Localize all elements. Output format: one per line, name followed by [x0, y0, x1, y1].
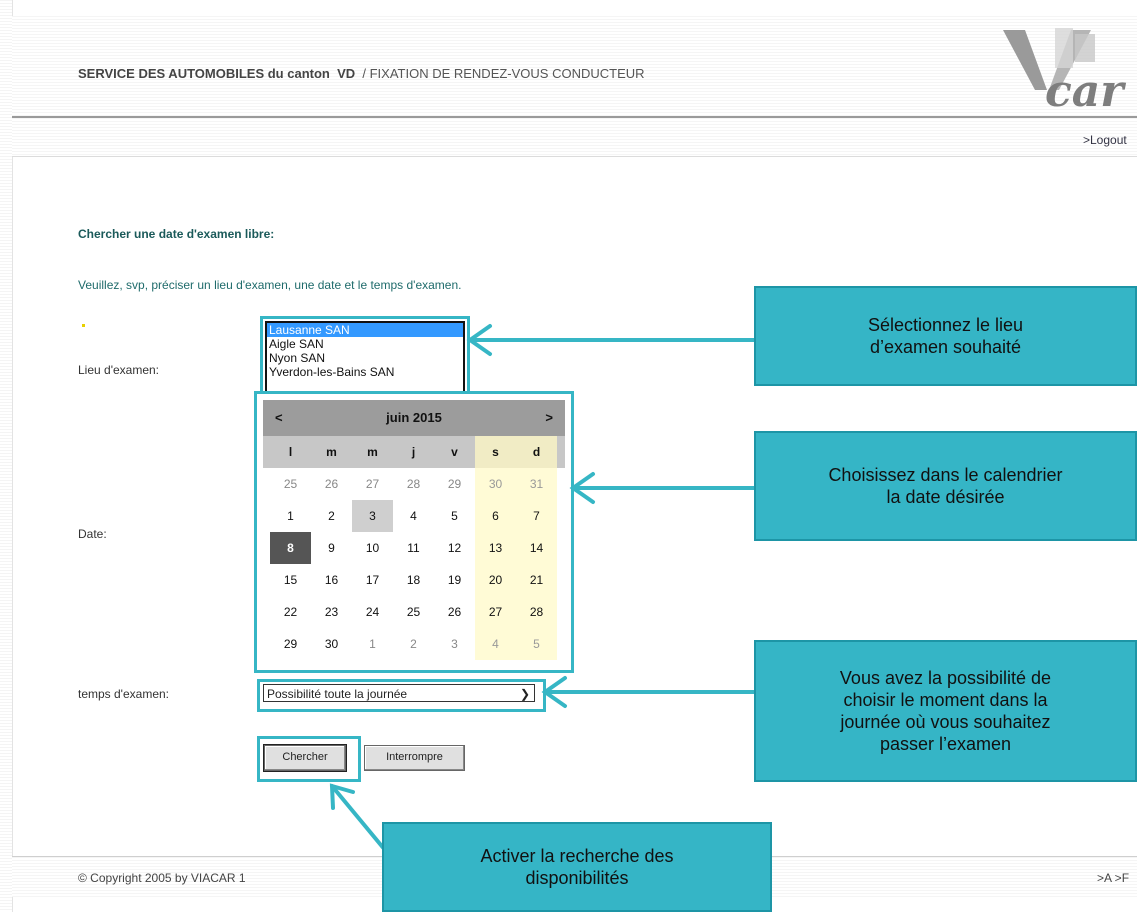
callout-lieu-text: Sélectionnez le lieu d’examen souhaité	[867, 315, 1024, 357]
date-calendar: juin 2015 < > lmmjvsd 25 26 27 28 29 30 31 1 2 3 4…	[263, 400, 565, 664]
callout-calendar-text: Choisissez dans le calendrier la date dé…	[828, 465, 1063, 507]
calendar-next-button[interactable]: >	[545, 400, 553, 436]
calendar-day[interactable]: 15	[270, 564, 311, 596]
time-select[interactable]: Possibilité toute la journée ❯	[263, 684, 535, 702]
time-select-value: Possibilité toute la journée	[267, 687, 408, 701]
instructions-text: Veuillez, svp, préciser un lieu d'examen…	[78, 278, 462, 292]
lieu-highlight: Lausanne SAN Aigle SAN Nyon SAN Yverdon-…	[260, 316, 470, 398]
calendar-day[interactable]: 3	[434, 628, 475, 660]
calendar-day[interactable]: 30	[311, 628, 352, 660]
calendar-day[interactable]: 26	[434, 596, 475, 628]
calendar-weekday: l	[288, 445, 293, 459]
callout-search: Activer la recherche des disponibilités	[382, 822, 772, 912]
calendar-day[interactable]: 10	[352, 532, 393, 564]
chevron-down-icon: ❯	[519, 687, 530, 701]
calendar-day[interactable]: 22	[270, 596, 311, 628]
callout-lieu: Sélectionnez le lieu d’examen souhaité	[754, 286, 1137, 386]
calendar-day[interactable]: 6	[475, 500, 516, 532]
search-heading: Chercher une date d'examen libre:	[78, 227, 275, 241]
calendar-day[interactable]: 27	[352, 468, 393, 500]
calendar-month-title: juin 2015	[386, 410, 442, 425]
lieu-listbox[interactable]: Lausanne SAN Aigle SAN Nyon SAN Yverdon-…	[265, 321, 465, 393]
calendar-day[interactable]: 14	[516, 532, 557, 564]
calendar-day[interactable]: 13	[475, 532, 516, 564]
header-subtitle: / FIXATION DE RENDEZ-VOUS CONDUCTEUR	[362, 66, 645, 81]
calendar-weekday: d	[516, 436, 557, 468]
callout-time-text: Vous avez la possibilité de choisir le m…	[839, 668, 1052, 754]
lieu-option[interactable]: Nyon SAN	[267, 351, 463, 365]
cancel-button[interactable]: Interrompre	[364, 745, 465, 771]
calendar-day[interactable]: 24	[352, 596, 393, 628]
calendar-day[interactable]: 5	[516, 628, 557, 660]
calendar-weekday: m	[326, 445, 337, 459]
lieu-option[interactable]: Aigle SAN	[267, 337, 463, 351]
calendar-day[interactable]: 8	[270, 532, 311, 564]
callout-time: Vous avez la possibilité de choisir le m…	[754, 640, 1137, 782]
callout-search-text: Activer la recherche des disponibilités	[480, 846, 674, 888]
calendar-day[interactable]: 1	[352, 628, 393, 660]
lieu-option[interactable]: Lausanne SAN	[267, 323, 463, 337]
lieu-option[interactable]: Yverdon-les-Bains SAN	[267, 365, 463, 379]
calendar-day[interactable]: 3	[352, 500, 393, 532]
calendar-day[interactable]: 26	[311, 468, 352, 500]
calendar-day[interactable]: 25	[270, 468, 311, 500]
calendar-day[interactable]: 30	[475, 468, 516, 500]
calendar-weekday-row: l m m j v sd	[263, 436, 565, 468]
calendar-prev-button[interactable]: <	[275, 400, 283, 436]
calendar-day[interactable]: 9	[311, 532, 352, 564]
calendar-weekday: s	[475, 436, 516, 468]
callout-calendar: Choisissez dans le calendrier la date dé…	[754, 431, 1137, 541]
lieu-label: Lieu d'examen:	[78, 363, 160, 377]
calendar-day[interactable]: 7	[516, 500, 557, 532]
calendar-day[interactable]: 1	[270, 500, 311, 532]
calendar-day[interactable]: 2	[393, 628, 434, 660]
svg-text:car: car	[1045, 66, 1126, 117]
calendar-weekday: m	[367, 445, 378, 459]
calendar-day[interactable]: 11	[393, 532, 434, 564]
copyright-text: © Copyright 2005 by VIACAR 1	[78, 871, 246, 885]
calendar-day[interactable]: 5	[434, 500, 475, 532]
calendar-day[interactable]: 19	[434, 564, 475, 596]
calendar-day[interactable]: 28	[516, 596, 557, 628]
service-title: SERVICE DES AUTOMOBILES du canton	[78, 66, 330, 81]
calendar-day[interactable]: 2	[311, 500, 352, 532]
logout-band	[12, 118, 1137, 157]
date-label: Date:	[78, 527, 107, 541]
calendar-day[interactable]: 17	[352, 564, 393, 596]
calendar-day[interactable]: 4	[475, 628, 516, 660]
calendar-day[interactable]: 21	[516, 564, 557, 596]
calendar-header: juin 2015 < >	[263, 400, 565, 436]
logout-link[interactable]: >Logout	[1083, 133, 1127, 147]
calendar-day[interactable]: 20	[475, 564, 516, 596]
time-highlight: Possibilité toute la journée ❯	[257, 679, 546, 712]
calendar-day[interactable]: 31	[516, 468, 557, 500]
calendar-weekday: j	[411, 445, 416, 459]
calendar-day[interactable]: 27	[475, 596, 516, 628]
canton-code: VD	[337, 66, 356, 81]
calendar-weekday: v	[451, 445, 458, 459]
calendar-day[interactable]: 12	[434, 532, 475, 564]
calendar-day[interactable]: 23	[311, 596, 352, 628]
calendar-day[interactable]: 28	[393, 468, 434, 500]
calendar-day[interactable]: 25	[393, 596, 434, 628]
time-label: temps d'examen:	[78, 687, 170, 701]
calendar-day[interactable]: 16	[311, 564, 352, 596]
viacar-logo: car	[985, 22, 1135, 118]
footer-links[interactable]: >A >F	[1097, 871, 1129, 885]
search-button[interactable]: Chercher	[263, 744, 347, 772]
calendar-highlight: juin 2015 < > lmmjvsd 25 26 27 28 29 30 31 1 2 3 4…	[254, 391, 574, 673]
calendar-day[interactable]: 29	[434, 468, 475, 500]
page-header-title: SERVICE DES AUTOMOBILES du canton VD / F…	[78, 66, 645, 81]
calendar-day[interactable]: 4	[393, 500, 434, 532]
required-marker	[82, 324, 85, 327]
calendar-day[interactable]: 18	[393, 564, 434, 596]
calendar-day[interactable]: 29	[270, 628, 311, 660]
